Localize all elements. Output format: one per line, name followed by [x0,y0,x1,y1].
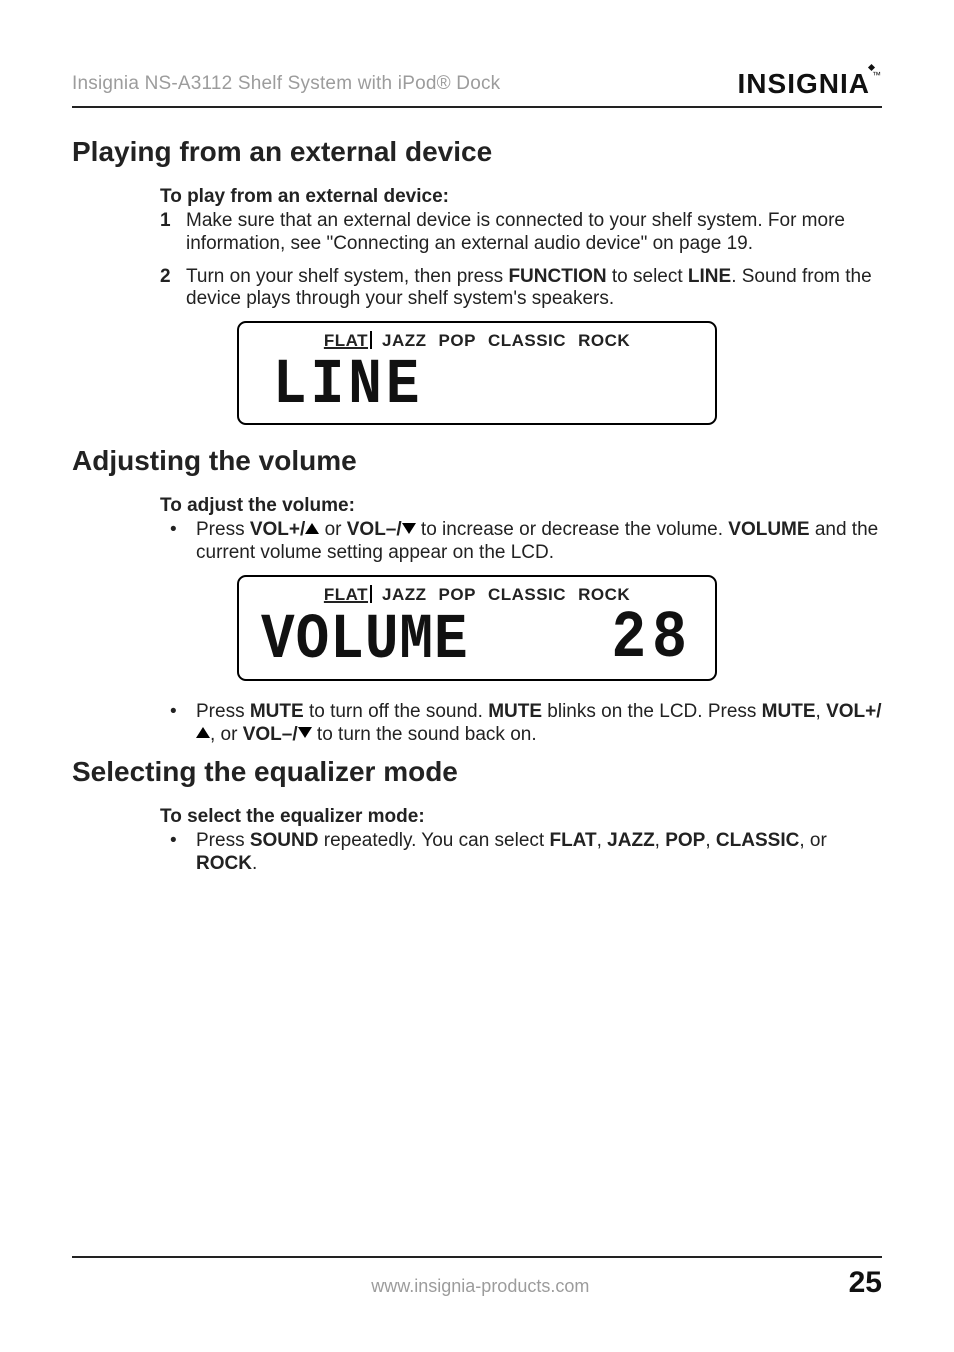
lcd-volume-value: 28 [611,606,693,673]
up-arrow-icon [196,727,210,738]
sub-heading-play: To play from an external device: [160,186,882,208]
footer-url: www.insignia-products.com [112,1276,849,1297]
section-heading-volume: Adjusting the volume [72,445,882,477]
bullet-mute: • Press MUTE to turn off the sound. MUTE… [160,701,882,747]
down-arrow-icon [298,727,312,738]
product-header: Insignia NS-A3112 Shelf System with iPod… [72,73,500,95]
bullet-eq-select: • Press SOUND repeatedly. You can select… [160,830,882,876]
up-arrow-icon [305,523,319,534]
lcd-volume-label: VOLUME [261,608,469,672]
section-heading-playing: Playing from an external device [72,136,882,168]
lcd-display-volume: FLAT JAZZ POP CLASSIC ROCK VOLUME 28 [237,575,717,681]
section-heading-eq: Selecting the equalizer mode [72,756,882,788]
sub-heading-eq: To select the equalizer mode: [160,806,882,828]
bullet-vol-adjust: • Press VOL+/ or VOL–/ to increase or de… [160,519,882,565]
step-1: 1 Make sure that an external device is c… [160,210,882,256]
lcd-display-line: FLAT JAZZ POP CLASSIC ROCK LINE [237,321,717,425]
lcd-main-text: LINE [273,353,423,417]
footer-divider [72,1256,882,1258]
sub-heading-volume: To adjust the volume: [160,495,882,517]
header-divider [72,106,882,108]
page-number: 25 [849,1266,882,1300]
down-arrow-icon [402,523,416,534]
brand-logo: INSIGNIA™ [738,68,882,100]
step-2: 2 Turn on your shelf system, then press … [160,266,882,312]
